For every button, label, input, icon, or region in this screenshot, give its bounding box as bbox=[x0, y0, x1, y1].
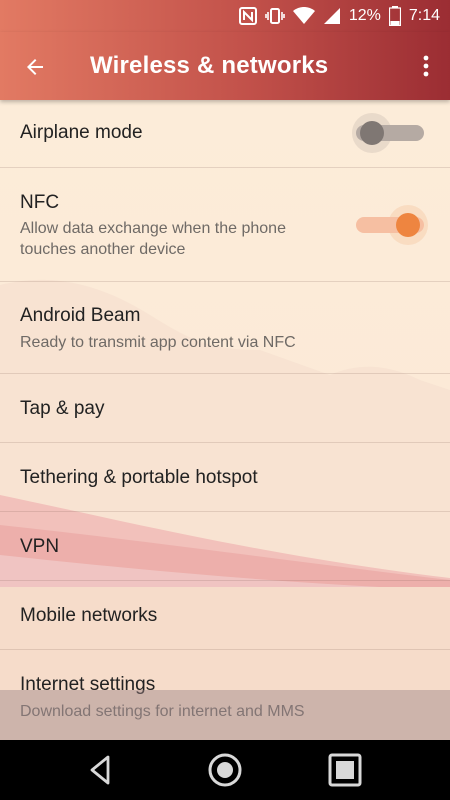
android-beam-label: Android Beam bbox=[20, 305, 141, 326]
page-title: Wireless & networks bbox=[90, 52, 329, 79]
setting-vpn[interactable]: VPN bbox=[0, 512, 450, 581]
nav-recents-button[interactable] bbox=[325, 750, 365, 790]
setting-mobile-networks[interactable]: Mobile networks bbox=[0, 581, 450, 650]
more-options-button[interactable] bbox=[414, 49, 438, 83]
setting-airplane-mode[interactable]: Airplane mode bbox=[0, 100, 450, 168]
back-button[interactable] bbox=[18, 50, 52, 84]
cell-signal-icon bbox=[323, 7, 341, 25]
setting-tap-and-pay[interactable]: Tap & pay bbox=[0, 374, 450, 443]
mobile-networks-label: Mobile networks bbox=[20, 605, 158, 626]
battery-percent: 12% bbox=[348, 7, 381, 24]
arrow-left-icon bbox=[27, 59, 43, 75]
toggle-thumb bbox=[360, 121, 384, 145]
clock: 7:14 bbox=[408, 7, 440, 24]
android-beam-description: Ready to transmit app content via NFC bbox=[20, 334, 296, 351]
battery-icon bbox=[388, 6, 401, 26]
setting-tethering[interactable]: Tethering & portable hotspot bbox=[0, 443, 450, 512]
settings-list: Airplane mode NFC Allow data exchange wh… bbox=[0, 100, 450, 740]
nav-home-button[interactable] bbox=[205, 750, 245, 790]
tap-and-pay-label: Tap & pay bbox=[20, 398, 105, 419]
triangle-back-icon bbox=[90, 755, 110, 785]
settings-content: Airplane mode NFC Allow data exchange wh… bbox=[0, 100, 450, 740]
status-bar: 12% 7:14 bbox=[0, 0, 450, 32]
tethering-label: Tethering & portable hotspot bbox=[20, 467, 258, 488]
nfc-icon bbox=[238, 7, 257, 25]
vibrate-icon bbox=[265, 7, 285, 25]
circle-home-icon bbox=[208, 753, 242, 787]
nav-back-button[interactable] bbox=[80, 750, 120, 790]
setting-android-beam[interactable]: Android Beam Ready to transmit app conte… bbox=[0, 282, 450, 374]
vertical-dots-icon bbox=[423, 55, 429, 77]
nfc-label: NFC bbox=[20, 192, 60, 213]
scrim-overlay bbox=[0, 690, 450, 740]
status-icons: 12% 7:14 bbox=[238, 0, 440, 32]
nfc-toggle[interactable] bbox=[354, 205, 428, 245]
vpn-label: VPN bbox=[20, 536, 60, 557]
wifi-icon bbox=[292, 7, 315, 25]
app-bar: Wireless & networks bbox=[0, 32, 450, 100]
navigation-bar bbox=[0, 740, 450, 800]
square-recents-icon bbox=[328, 753, 362, 787]
airplane-mode-toggle[interactable] bbox=[352, 113, 426, 153]
toggle-thumb bbox=[396, 213, 420, 237]
nfc-description: Allow data exchange when the phone touch… bbox=[20, 220, 286, 258]
setting-nfc[interactable]: NFC Allow data exchange when the phone t… bbox=[0, 168, 450, 282]
airplane-mode-label: Airplane mode bbox=[20, 122, 143, 143]
